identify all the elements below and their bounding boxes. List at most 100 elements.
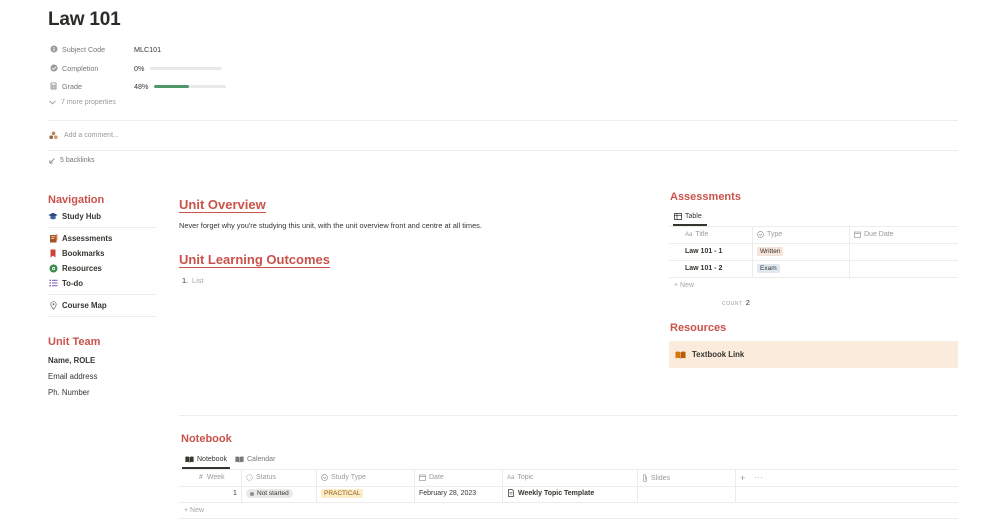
nav-item-resources[interactable]: Resources [48,263,102,273]
add-column-button[interactable]: + [740,473,745,483]
open-book-icon [675,351,686,359]
tab-notebook[interactable]: Notebook [185,456,227,463]
nav-item-study-hub[interactable]: Study Hub [48,211,101,221]
list-item-placeholder[interactable]: List [192,276,204,285]
nav-item-to-do[interactable]: To-do [48,278,83,288]
column-header-title[interactable]: Aa Title [685,231,708,238]
row-divider [179,486,958,487]
count-summary[interactable]: COUNT 2 [722,298,750,307]
nav-item-course-map[interactable]: Course Map [48,300,107,310]
column-header-study-type[interactable]: Study Type [321,474,366,481]
nav-item-label: Assessments [62,233,113,243]
more-options-button[interactable]: ··· [754,473,764,482]
backlinks-label: 5 backlinks [60,157,95,164]
column-header-date[interactable]: Date [419,474,444,481]
plus-icon: + [184,507,189,514]
more-properties-label: 7 more properties [61,99,116,106]
nav-item-label: Study Hub [62,211,101,221]
status-badge: Not started [246,489,293,498]
comment-input[interactable]: Add a comment... [49,131,119,140]
calendar-icon [854,231,861,238]
date-cell[interactable]: February 28, 2023 [419,490,476,497]
avatar-icon [49,131,58,140]
unit-overview-heading: Unit Overview [179,197,266,213]
property-completion[interactable]: Completion 0% [49,60,223,76]
document-icon [508,489,514,497]
week-cell[interactable]: 1 [233,490,237,497]
study-type-cell[interactable]: PRACTICAL [321,489,364,498]
learning-outcomes-heading: Unit Learning Outcomes [179,252,330,268]
more-properties-toggle[interactable]: 7 more properties [49,99,116,106]
nav-item-bookmarks[interactable]: Bookmarks [48,248,104,258]
open-book-icon [185,456,194,463]
divider [179,518,958,519]
text-property-icon: Aa [685,231,693,238]
gear-icon [48,263,58,273]
count-value: 2 [745,298,750,307]
calculator-icon [49,82,58,91]
select-property-icon [757,231,764,238]
pin-icon [48,300,58,310]
property-value[interactable]: 0% [134,64,223,73]
add-new-row-button[interactable]: + New [184,507,204,514]
unit-overview-text[interactable]: Never forget why you're studying this un… [179,221,482,230]
column-header-status[interactable]: Status [246,474,276,481]
property-subject-code[interactable]: Subject Code MLC101 [49,41,161,57]
column-header-type[interactable]: Type [757,231,782,238]
bookmark-icon [48,248,58,258]
column-header-due-date[interactable]: Due Date [854,231,894,238]
backlinks-button[interactable]: 5 backlinks [49,157,95,164]
row-divider [669,260,958,261]
column-divider [414,470,415,503]
text-property-icon: Aa [507,474,515,481]
team-member-phone: Ph. Number [48,388,90,397]
property-value[interactable]: MLC101 [134,45,161,54]
notebook-heading: Notebook [181,433,232,445]
tab-label: Table [685,213,702,220]
column-divider [752,227,753,277]
textbook-link-callout[interactable]: Textbook Link [669,341,958,368]
column-divider [241,470,242,503]
type-tag[interactable]: Exam [757,264,780,273]
study-type-tag: PRACTICAL [321,489,364,498]
column-divider [316,470,317,503]
property-grade[interactable]: Grade 48% [49,78,227,94]
unit-team-heading: Unit Team [48,336,101,348]
column-header-week[interactable]: # Week [199,474,225,481]
team-member-email: Email address [48,372,98,381]
tab-table-view[interactable]: Table [674,213,702,220]
team-member-name: Name, ROLE [48,356,96,365]
nav-item-label: To-do [62,278,84,288]
row-divider [669,277,958,278]
topic-cell[interactable]: Weekly Topic Template [508,489,594,497]
type-tag[interactable]: Written [757,247,784,256]
calendar-icon [419,474,426,481]
progress-fill [154,84,189,88]
arrow-down-left-icon [49,157,55,164]
column-header-slides[interactable]: Slides [642,474,670,482]
status-cell[interactable]: Not started [246,489,293,498]
row-divider [179,502,958,503]
number-property-icon: # [199,474,203,481]
divider [48,150,958,151]
plus-icon: + [740,473,746,483]
list-number: 1. [182,276,189,285]
notebook-icon [48,233,58,243]
table-row-title[interactable]: Law 101 - 2 [685,265,722,272]
tag-exam: Exam [757,264,780,273]
grade-value: 48% [134,81,149,91]
tab-calendar[interactable]: Calendar [235,456,275,463]
property-value[interactable]: 48% [134,81,227,91]
list-icon [48,278,58,288]
property-label: Subject Code [62,44,106,54]
add-new-row-button[interactable]: + New [674,282,694,289]
column-header-topic[interactable]: Aa Topic [507,474,534,481]
graduation-cap-icon [48,211,58,221]
table-row-title[interactable]: Law 101 - 1 [685,248,722,255]
comment-placeholder: Add a comment... [64,132,119,139]
column-divider [735,470,736,503]
nav-item-assessments[interactable]: Assessments [48,233,112,243]
page-title: Law 101 [48,9,121,30]
ellipsis-icon: ··· [754,473,764,482]
open-book-icon [235,456,244,463]
